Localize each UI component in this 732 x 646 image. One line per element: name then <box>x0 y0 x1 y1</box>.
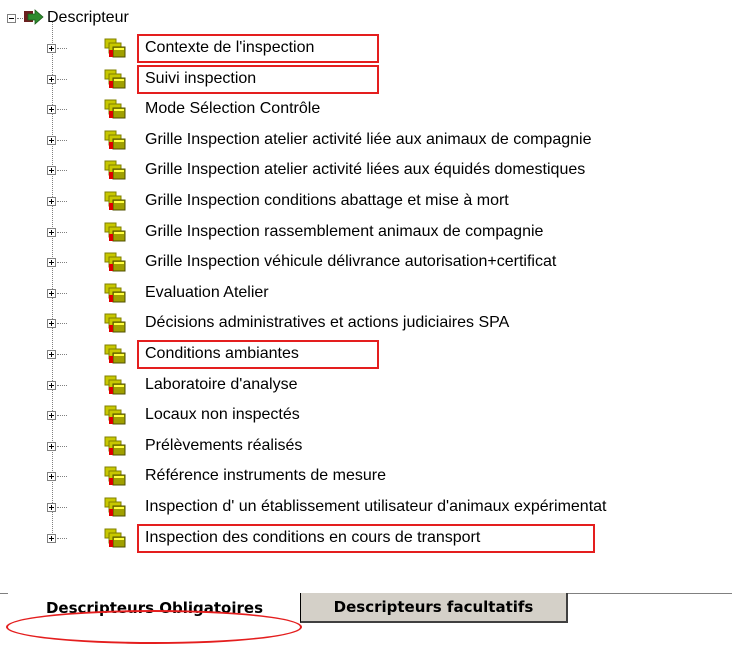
tree-item-label: Grille Inspection conditions abattage et… <box>145 192 509 209</box>
tree-item-label: Locaux non inspectés <box>145 406 300 423</box>
tree-item[interactable]: Grille Inspection atelier activité liées… <box>0 155 732 185</box>
tree-connector <box>57 170 67 171</box>
stacked-folders-icon <box>104 313 126 333</box>
tree-item[interactable]: Inspection des conditions en cours de tr… <box>0 523 732 553</box>
expand-plus-icon[interactable] <box>47 105 56 114</box>
tree-item[interactable]: Locaux non inspectés <box>0 400 732 430</box>
tree-item[interactable]: Inspection d' un établissement utilisate… <box>0 492 732 522</box>
tree-item-label: Contexte de l'inspection <box>145 39 315 56</box>
expand-plus-icon[interactable] <box>47 381 56 390</box>
tree-connector <box>57 385 67 386</box>
tree-item[interactable]: Laboratoire d'analyse <box>0 370 732 400</box>
tab-descripteurs-facultatifs[interactable]: Descripteurs facultatifs <box>300 593 568 623</box>
tree-connector <box>57 140 67 141</box>
stacked-folders-icon <box>104 283 126 303</box>
stacked-folders-icon <box>104 252 126 272</box>
expand-plus-icon[interactable] <box>47 442 56 451</box>
tree-item-label: Evaluation Atelier <box>145 284 269 301</box>
expand-plus-icon[interactable] <box>47 228 56 237</box>
tree-connector <box>57 323 67 324</box>
expand-plus-icon[interactable] <box>47 411 56 420</box>
tree-connector <box>57 354 67 355</box>
tree-connector <box>17 18 23 19</box>
stacked-folders-icon <box>104 69 126 89</box>
expand-plus-icon[interactable] <box>47 472 56 481</box>
tree-item[interactable]: Prélèvements réalisés <box>0 431 732 461</box>
green-arrow-icon <box>24 9 44 25</box>
stacked-folders-icon <box>104 344 126 364</box>
tree-item-label: Inspection des conditions en cours de tr… <box>145 529 481 546</box>
stacked-folders-icon <box>104 99 126 119</box>
tree-item-label: Conditions ambiantes <box>145 345 299 362</box>
tree-item-label: Grille Inspection atelier activité liée … <box>145 131 592 148</box>
stacked-folders-icon <box>104 466 126 486</box>
expand-plus-icon[interactable] <box>47 319 56 328</box>
stacked-folders-icon <box>104 130 126 150</box>
expand-plus-icon[interactable] <box>47 136 56 145</box>
expand-plus-icon[interactable] <box>47 350 56 359</box>
tree-item-label: Grille Inspection véhicule délivrance au… <box>145 253 557 270</box>
tree-item[interactable]: Mode Sélection Contrôle <box>0 94 732 124</box>
expand-plus-icon[interactable] <box>47 44 56 53</box>
tree-connector <box>57 48 67 49</box>
collapse-minus-icon[interactable] <box>7 14 16 23</box>
tab-bar: Descripteurs Obligatoires Descripteurs f… <box>0 590 732 646</box>
tree-item-label: Grille Inspection atelier activité liées… <box>145 161 586 178</box>
tree-item[interactable]: Suivi inspection <box>0 64 732 94</box>
tree-item[interactable]: Grille Inspection véhicule délivrance au… <box>0 247 732 277</box>
tree-connector <box>57 476 67 477</box>
tree-connector <box>57 109 67 110</box>
tree-connector <box>57 538 67 539</box>
tab-label: Descripteurs Obligatoires <box>45 599 264 617</box>
expand-plus-icon[interactable] <box>47 166 56 175</box>
stacked-folders-icon <box>104 38 126 58</box>
tree-root-label: Descripteur <box>47 9 129 26</box>
tree-connector <box>57 201 67 202</box>
stacked-folders-icon <box>104 436 126 456</box>
stacked-folders-icon <box>104 222 126 242</box>
stacked-folders-icon <box>104 528 126 548</box>
tree-item[interactable]: Décisions administratives et actions jud… <box>0 308 732 338</box>
stacked-folders-icon <box>104 497 126 517</box>
stacked-folders-icon <box>104 405 126 425</box>
expand-plus-icon[interactable] <box>47 258 56 267</box>
stacked-folders-icon <box>104 191 126 211</box>
tree-connector <box>57 415 67 416</box>
descriptor-tree: Descripteur Contexte de l'inspection Suiv… <box>0 0 732 590</box>
tree-connector <box>57 232 67 233</box>
tree-item[interactable]: Grille Inspection atelier activité liée … <box>0 125 732 155</box>
tab-label: Descripteurs facultatifs <box>333 598 534 616</box>
expand-plus-icon[interactable] <box>47 289 56 298</box>
tree-connector <box>57 446 67 447</box>
tree-item-label: Inspection d' un établissement utilisate… <box>145 498 607 515</box>
tree-item-label: Mode Sélection Contrôle <box>145 100 321 117</box>
tree-item[interactable]: Evaluation Atelier <box>0 278 732 308</box>
tree-connector <box>57 262 67 263</box>
tree-item-label: Référence instruments de mesure <box>145 467 386 484</box>
tab-descripteurs-obligatoires[interactable]: Descripteurs Obligatoires <box>8 593 300 623</box>
expand-plus-icon[interactable] <box>47 75 56 84</box>
expand-plus-icon[interactable] <box>47 534 56 543</box>
tree-root-row[interactable]: Descripteur <box>0 3 732 33</box>
tree-item[interactable]: Conditions ambiantes <box>0 339 732 369</box>
tree-item[interactable]: Grille Inspection rassemblement animaux … <box>0 217 732 247</box>
tree-item-label: Prélèvements réalisés <box>145 437 303 454</box>
tree-connector <box>57 293 67 294</box>
tree-item-label: Décisions administratives et actions jud… <box>145 314 510 331</box>
tree-item-label: Grille Inspection rassemblement animaux … <box>145 223 544 240</box>
stacked-folders-icon <box>104 160 126 180</box>
expand-plus-icon[interactable] <box>47 503 56 512</box>
expand-plus-icon[interactable] <box>47 197 56 206</box>
tree-connector <box>57 79 67 80</box>
tree-item[interactable]: Contexte de l'inspection <box>0 33 732 63</box>
tree-item[interactable]: Référence instruments de mesure <box>0 461 732 491</box>
stacked-folders-icon <box>104 375 126 395</box>
tree-item-label: Laboratoire d'analyse <box>145 376 298 393</box>
tree-item-label: Suivi inspection <box>145 70 257 87</box>
tree-connector <box>57 507 67 508</box>
tree-item[interactable]: Grille Inspection conditions abattage et… <box>0 186 732 216</box>
